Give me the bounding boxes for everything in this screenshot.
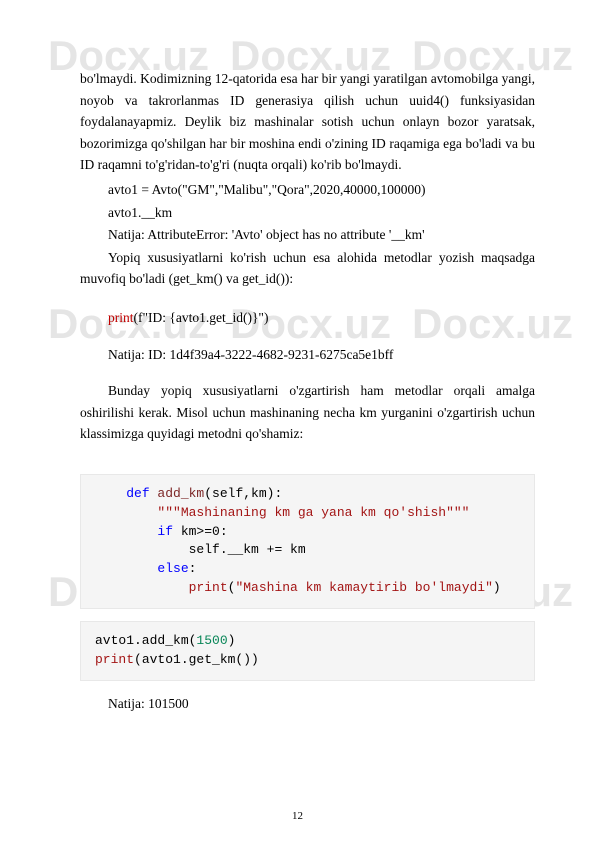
code-line-2: avto1.__km [80, 202, 535, 224]
print-statement: print(f"ID: {avto1.get_id()}") [80, 307, 535, 329]
print-keyword: print [108, 310, 134, 325]
page-number: 12 [0, 810, 595, 822]
string-literal: "Mashina km kamaytirib bo'lmaydi" [235, 580, 492, 595]
def-keyword: def [126, 486, 149, 501]
if-condition: km>=0: [173, 524, 228, 539]
paragraph-3: Bunday yopiq xususiyatlarni o'zgartirish… [80, 380, 535, 445]
print-fn: print [189, 580, 228, 595]
code-block-2: avto1.add_km(1500) print(avto1.get_km()) [80, 621, 535, 681]
docstring: """Mashinaning km ga yana km qo'shish""" [157, 505, 469, 520]
document-content: bo'lmaydi. Kodimizning 12-qatorida esa h… [0, 0, 595, 745]
code-line-1: avto1 = Avto("GM","Malibu","Qora",2020,4… [80, 179, 535, 201]
paren-close: ) [493, 580, 501, 595]
result-1: Natija: AttributeError: 'Avto' object ha… [80, 224, 535, 246]
if-keyword: if [157, 524, 173, 539]
paren-close: ) [228, 633, 236, 648]
code-block-1: def add_km(self,km): """Mashinaning km g… [80, 474, 535, 609]
paragraph-2: Yopiq xususiyatlarni ko'rish uchun esa a… [80, 247, 535, 290]
print-fn: print [95, 652, 134, 667]
else-keyword: else [157, 561, 188, 576]
code-call: avto1.add_km( [95, 633, 196, 648]
print-args: (avto1.get_km()) [134, 652, 259, 667]
colon: : [189, 561, 197, 576]
function-name: add_km [150, 486, 205, 501]
paragraph-1: bo'lmaydi. Kodimizning 12-qatorida esa h… [80, 68, 535, 176]
number-literal: 1500 [196, 633, 227, 648]
fn-params: (self,km): [204, 486, 282, 501]
code-statement: self.__km += km [189, 542, 306, 557]
result-2: Natija: ID: 1d4f39a4-3222-4682-9231-6275… [80, 344, 535, 366]
print-args: (f"ID: {avto1.get_id()}") [134, 310, 269, 325]
result-3: Natija: 101500 [80, 693, 535, 715]
